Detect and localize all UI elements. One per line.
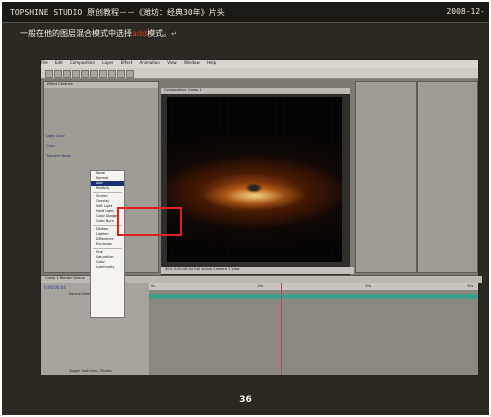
mode-exclusion[interactable]: Exclusion [91, 242, 124, 247]
menu-layer[interactable]: Layer [102, 60, 113, 65]
return-mark: ↵ [171, 30, 177, 38]
instruction-after: 模式。 [147, 29, 172, 38]
menu-file[interactable]: File [41, 60, 48, 65]
highlight-box [117, 207, 182, 236]
tutorial-page: TOPSHINE STUDIO 原创教程－－《潍坊：经典30年》片头 2008-… [2, 2, 489, 415]
timeline-timecode[interactable]: 0:00:00:04 [44, 285, 66, 290]
tick-0: 0s [151, 284, 156, 288]
selection-tool-icon[interactable] [45, 70, 53, 78]
header-title: TOPSHINE STUDIO 原创教程－－《潍坊：经典30年》片头 [10, 8, 225, 17]
mode-luminosity[interactable]: Luminosity [91, 265, 124, 270]
mode-multiply[interactable]: Multiply [91, 186, 124, 191]
light-color-label: Light Color [46, 134, 65, 138]
menu-view[interactable]: View [167, 60, 177, 65]
transfer-mode-row[interactable]: Transfer Mode [46, 154, 71, 158]
menu-help[interactable]: Help [207, 60, 216, 65]
light-core [245, 183, 263, 193]
after-effects-screenshot: File Edit Composition Layer Effect Anima… [40, 59, 482, 375]
composition-viewer[interactable] [167, 97, 342, 262]
header-date: 2008-12- [446, 7, 485, 16]
zoom-tool-icon[interactable] [63, 70, 71, 78]
color-label: Color [46, 144, 56, 148]
light-color-row: Light Color [46, 134, 65, 138]
tick-20: 20s [365, 284, 372, 288]
composition-footer: 50% 0:00:00:04 Full Active Camera 1 View [161, 267, 354, 274]
effects-presets-panel [417, 81, 478, 273]
mask-tool-icon[interactable] [99, 70, 107, 78]
menu-animation[interactable]: Animation [140, 60, 160, 65]
composition-title: Composition: Comp 1 [161, 88, 350, 94]
info-character-panel [355, 81, 417, 273]
layer-duration-bar[interactable] [149, 294, 478, 299]
tick-10: 10s [257, 284, 264, 288]
pen-tool-icon[interactable] [108, 70, 116, 78]
source-name-header: Source Name [69, 292, 93, 296]
time-ruler[interactable]: 0s 10s 20s 30s [149, 283, 478, 290]
menu-divider [93, 192, 122, 193]
tick-30: 30s [467, 284, 474, 288]
menu-divider [93, 248, 122, 249]
toggle-switches-label[interactable]: Toggle Switches / Modes [69, 369, 112, 373]
menu-edit[interactable]: Edit [55, 60, 63, 65]
instruction-before: 一般在他的图层混合模式中选择 [20, 29, 132, 38]
menu-effect[interactable]: Effect [121, 60, 133, 65]
text-tool-icon[interactable] [117, 70, 125, 78]
effect-controls-title: Effect Controls [44, 82, 158, 88]
camera-tool-icon[interactable] [81, 70, 89, 78]
rotate-tool-icon[interactable] [72, 70, 80, 78]
transfer-mode-label: Transfer Mode [46, 154, 71, 158]
instruction-keyword: add [132, 29, 148, 38]
menu-bar: File Edit Composition Layer Effect Anima… [41, 60, 478, 68]
tools-bar [41, 68, 478, 79]
menu-window[interactable]: Window [184, 60, 200, 65]
color-row: Color [46, 144, 55, 148]
instruction-text: 一般在他的图层混合模式中选择add模式。↵ [20, 28, 177, 39]
page-number: 36 [239, 395, 252, 405]
transfer-mode-dropdown[interactable]: None Normal Add Multiply Screen Overlay … [90, 170, 125, 318]
pan-tool-icon[interactable] [90, 70, 98, 78]
menu-composition[interactable]: Composition [70, 60, 95, 65]
page-header: TOPSHINE STUDIO 原创教程－－《潍坊：经典30年》片头 2008-… [2, 2, 489, 23]
brush-tool-icon[interactable] [126, 70, 134, 78]
current-time-indicator[interactable] [281, 283, 282, 375]
hand-tool-icon[interactable] [54, 70, 62, 78]
